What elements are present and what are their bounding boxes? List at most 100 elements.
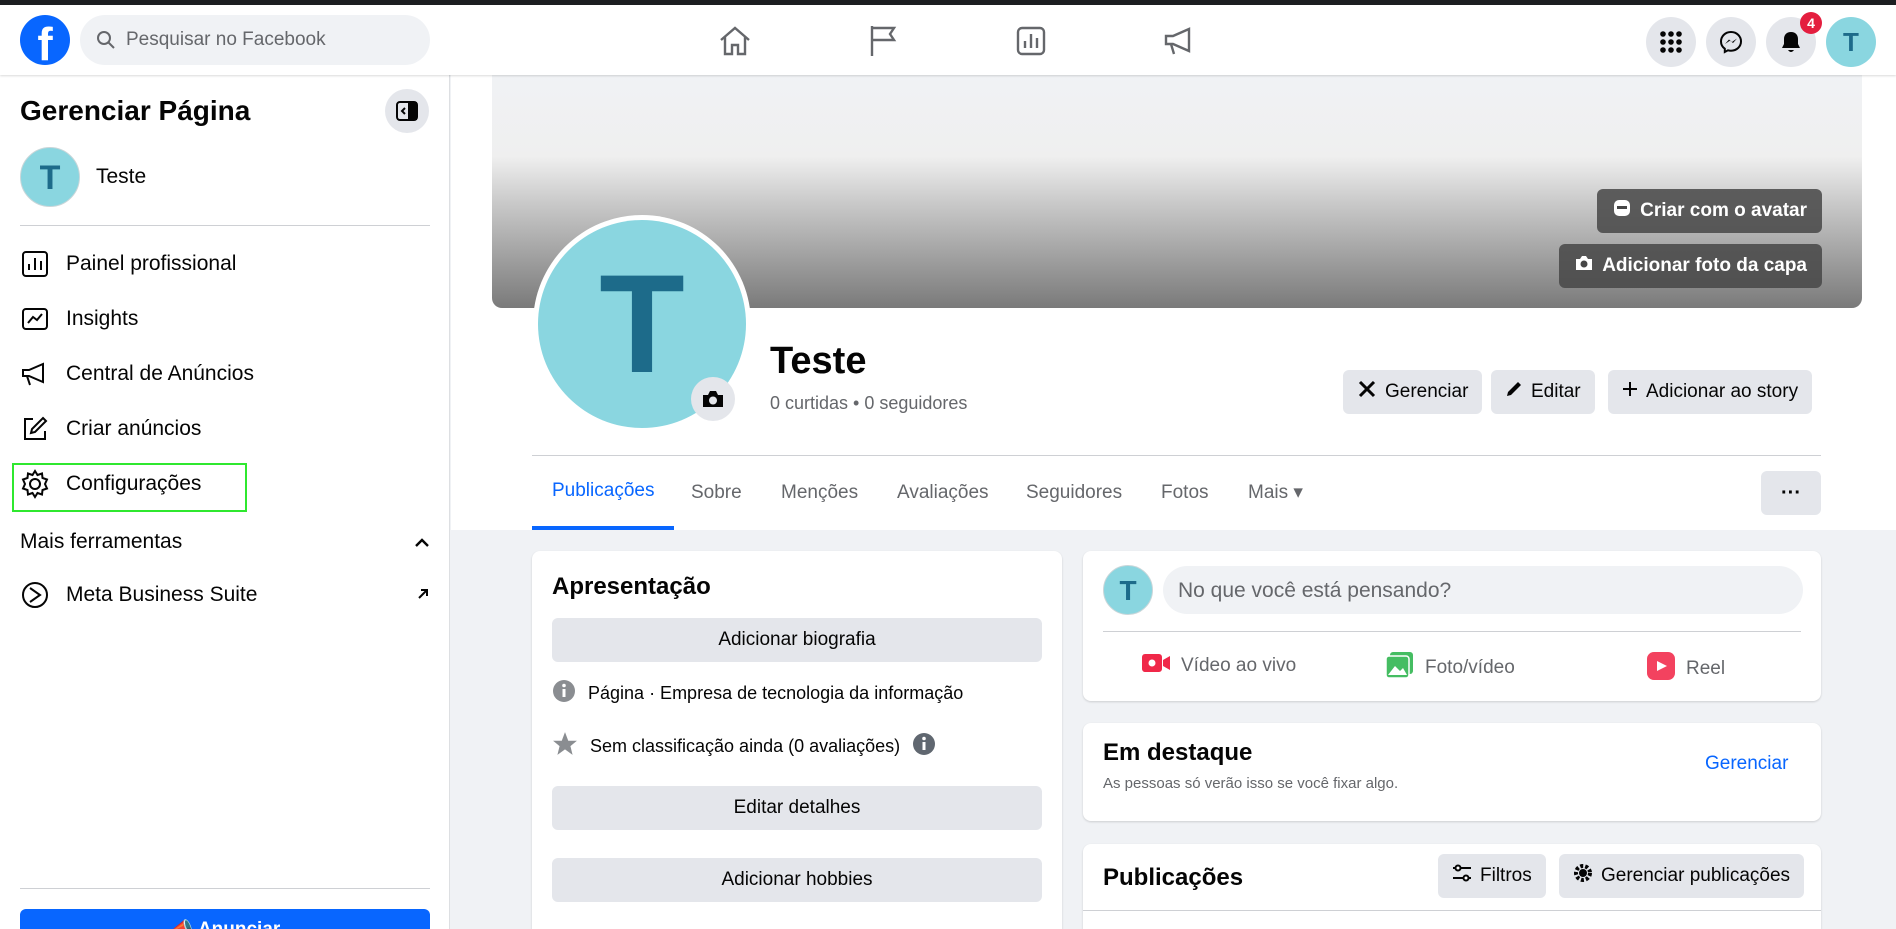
account-avatar[interactable]: T xyxy=(1826,17,1876,67)
tab-publicacoes[interactable]: Publicações xyxy=(532,455,675,530)
camera-icon xyxy=(1574,254,1594,278)
anunciar-label: Anunciar xyxy=(198,919,280,929)
more-options-button[interactable]: ··· xyxy=(1761,471,1821,515)
gear-icon xyxy=(1573,863,1593,889)
sidebar-item-central-de-anuncios[interactable]: Central de Anúncios xyxy=(20,350,430,398)
whats-on-your-mind-input[interactable]: No que você está pensando? xyxy=(1163,566,1803,614)
dashboard-icon xyxy=(20,249,50,279)
anunciar-button[interactable]: 📣 Anunciar xyxy=(20,909,430,929)
external-link-icon xyxy=(416,583,430,607)
bell-icon[interactable]: 4 xyxy=(1766,12,1822,67)
camera-icon[interactable] xyxy=(691,377,735,421)
post-composer: T No que você está pensando? Vídeo ao vi… xyxy=(1083,551,1821,701)
sidebar-divider xyxy=(20,888,430,889)
add-to-story-button[interactable]: Adicionar ao story xyxy=(1608,370,1813,414)
manage-page-sidebar: Gerenciar Página T Teste Painel profissi… xyxy=(0,75,450,929)
menu-grid-icon[interactable] xyxy=(1646,17,1696,67)
top-navigation-bar: f 4 T xyxy=(0,0,1896,75)
more-icon: ··· xyxy=(1781,481,1801,504)
sidebar-page-switcher[interactable]: T Teste xyxy=(20,147,146,207)
megaphone-icon xyxy=(20,359,50,389)
intro-card: Apresentação Adicionar biografia Página … xyxy=(532,551,1062,929)
sidebar-item-criar-anuncios[interactable]: Criar anúncios xyxy=(20,405,430,453)
profile-header: Criar com o avatar Adicionar foto da cap… xyxy=(451,75,1896,530)
intro-title: Apresentação xyxy=(552,573,711,600)
composer-divider xyxy=(1103,631,1801,632)
tab-avaliacoes[interactable]: Avaliações xyxy=(877,455,1009,530)
sidebar-item-painel-profissional[interactable]: Painel profissional xyxy=(20,240,430,288)
featured-card: Em destaque As pessoas só verão isso se … xyxy=(1083,723,1821,821)
featured-title: Em destaque xyxy=(1103,739,1253,766)
category-row: Página · Empresa de tecnologia da inform… xyxy=(552,679,963,708)
rating-row: Sem classificação ainda (0 avaliações) xyxy=(552,731,936,762)
reel-button[interactable]: Reel xyxy=(1646,651,1725,687)
rating-text: Sem classificação ainda (0 avaliações) xyxy=(590,736,901,756)
manage-posts-button[interactable]: Gerenciar publicações xyxy=(1559,854,1805,898)
star-icon xyxy=(552,731,578,762)
button-label: Gerenciar publicações xyxy=(1601,865,1791,886)
page-main: Criar com o avatar Adicionar foto da cap… xyxy=(451,75,1896,929)
flag-icon[interactable] xyxy=(838,13,928,68)
facebook-logo[interactable]: f xyxy=(20,15,70,65)
edit-button[interactable]: Editar xyxy=(1491,370,1595,414)
page-avatar: T xyxy=(20,147,80,207)
button-label: Vídeo ao vivo xyxy=(1181,655,1297,676)
page-title: Teste xyxy=(770,340,867,382)
section-label: Mais ferramentas xyxy=(20,530,183,553)
more-tools-section[interactable]: Mais ferramentas xyxy=(20,530,430,554)
tab-fotos[interactable]: Fotos xyxy=(1141,455,1229,530)
sidebar-title: Gerenciar Página xyxy=(20,95,251,126)
reel-icon xyxy=(1646,651,1676,687)
button-label: Foto/vídeo xyxy=(1425,657,1515,678)
sidebar-item-label: Insights xyxy=(66,307,139,330)
photo-video-button[interactable]: Foto/vídeo xyxy=(1385,651,1515,685)
category-bold: Página xyxy=(588,683,645,703)
posts-title: Publicações xyxy=(1103,864,1244,891)
tab-seguidores[interactable]: Seguidores xyxy=(1006,455,1142,530)
tab-mencoes[interactable]: Menções xyxy=(761,455,878,530)
messenger-icon[interactable] xyxy=(1706,17,1756,67)
insights-icon xyxy=(20,304,50,334)
category-text: · Empresa de tecnologia da informação xyxy=(644,683,964,703)
notification-badge: 4 xyxy=(1800,12,1822,34)
megaphone-icon[interactable] xyxy=(1134,13,1224,68)
info-icon[interactable] xyxy=(912,732,936,761)
filters-button[interactable]: Filtros xyxy=(1438,854,1546,898)
page-name: Teste xyxy=(96,165,147,188)
button-label: Editar xyxy=(1531,381,1581,402)
photo-icon xyxy=(1385,651,1415,685)
sidebar-item-label: Central de Anúncios xyxy=(66,362,254,385)
search-box[interactable] xyxy=(80,15,430,65)
button-label: Reel xyxy=(1686,658,1726,679)
sidebar-item-insights[interactable]: Insights xyxy=(20,295,430,343)
megaphone-icon: 📣 xyxy=(170,919,198,929)
live-video-icon xyxy=(1141,651,1171,681)
sidebar-item-meta-business-suite[interactable]: Meta Business Suite xyxy=(20,571,430,619)
meta-business-suite-icon xyxy=(20,580,50,610)
sidebar-divider xyxy=(20,225,430,226)
edit-icon xyxy=(20,414,50,444)
button-label: Criar com o avatar xyxy=(1640,200,1807,221)
tab-mais[interactable]: Mais ▾ xyxy=(1228,455,1323,530)
add-cover-photo-button[interactable]: Adicionar foto da capa xyxy=(1559,244,1822,288)
insights-icon[interactable] xyxy=(986,13,1076,68)
tools-icon xyxy=(1357,379,1377,405)
collapse-sidebar-icon[interactable] xyxy=(385,89,429,133)
create-with-avatar-button[interactable]: Criar com o avatar xyxy=(1597,189,1822,233)
posts-divider xyxy=(1083,910,1821,911)
sidebar-item-label: Painel profissional xyxy=(66,252,237,275)
button-label: Adicionar ao story xyxy=(1646,381,1799,402)
live-video-button[interactable]: Vídeo ao vivo xyxy=(1141,651,1296,681)
add-hobbies-button[interactable]: Adicionar hobbies xyxy=(552,858,1042,902)
chevron-up-icon xyxy=(414,530,430,554)
search-icon xyxy=(97,31,115,49)
tab-sobre[interactable]: Sobre xyxy=(671,455,762,530)
selection-highlight xyxy=(12,463,247,512)
search-input[interactable] xyxy=(126,29,416,51)
featured-manage-link[interactable]: Gerenciar xyxy=(1705,753,1788,775)
edit-details-button[interactable]: Editar detalhes xyxy=(552,786,1042,830)
home-icon[interactable] xyxy=(690,13,780,68)
manage-button[interactable]: Gerenciar xyxy=(1343,370,1483,414)
add-bio-button[interactable]: Adicionar biografia xyxy=(552,618,1042,662)
sidebar-item-label: Criar anúncios xyxy=(66,417,202,440)
